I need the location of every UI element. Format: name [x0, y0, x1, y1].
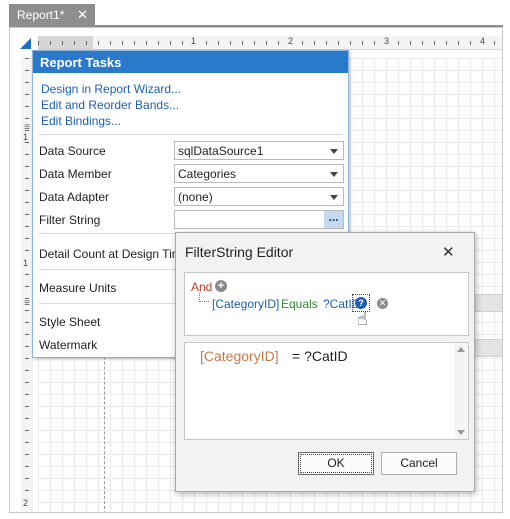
report-selector-icon[interactable] [20, 38, 31, 49]
filter-string-label: Filter String [39, 213, 101, 227]
condition-field[interactable]: [CategoryID] [212, 297, 279, 311]
horizontal-ruler: 1 2 3 4 [38, 36, 502, 50]
ruler-number: 4 [479, 36, 487, 46]
tab-close-icon[interactable]: ✕ [77, 7, 88, 23]
data-adapter-select[interactable]: (none) [174, 187, 344, 206]
ruler-ticks [38, 41, 502, 45]
expression-rest: = ?CatID [292, 348, 348, 364]
chevron-down-icon[interactable] [330, 172, 338, 177]
cancel-button[interactable]: Cancel [381, 452, 457, 475]
edit-reorder-bands-link[interactable]: Edit and Reorder Bands... [41, 98, 179, 112]
remove-condition-icon[interactable]: ✕ [377, 298, 388, 309]
data-adapter-label: Data Adapter [39, 190, 110, 204]
measure-units-label: Measure Units [39, 281, 117, 295]
document-tab-strip: Report1* ✕ [0, 0, 510, 27]
add-condition-icon[interactable]: + [215, 280, 227, 292]
close-icon[interactable]: ✕ [442, 243, 455, 261]
vertical-scrollbar[interactable] [454, 343, 468, 439]
ok-button[interactable]: OK [298, 452, 374, 475]
hand-cursor-icon: ☝ [357, 309, 368, 329]
tab-report1[interactable]: Report1* ✕ [9, 4, 95, 26]
dialog-title: FilterString Editor [185, 244, 294, 260]
filter-string-ellipsis-button[interactable]: ... [324, 211, 343, 228]
group-operator[interactable]: And [191, 280, 212, 294]
style-sheet-label: Style Sheet [39, 315, 101, 329]
data-adapter-value: (none) [178, 190, 213, 204]
filter-tree-view[interactable]: And + [CategoryID] Equals ?CatID ? ✕ ☝ [184, 272, 469, 336]
data-source-select[interactable]: sqlDataSource1 [174, 141, 344, 160]
ruler-number: 2 [287, 36, 295, 46]
design-report-wizard-link[interactable]: Design in Report Wizard... [41, 82, 181, 96]
ruler-number: 1 [22, 258, 30, 268]
chevron-down-icon[interactable] [330, 195, 338, 200]
scroll-up-icon[interactable] [457, 347, 465, 352]
detail-count-label: Detail Count at Design Time [39, 247, 189, 261]
edit-bindings-link[interactable]: Edit Bindings... [41, 114, 121, 128]
ruler-number: 1 [22, 132, 30, 142]
expression-text-area[interactable]: [CategoryID] = ?CatID [184, 342, 469, 440]
data-member-select[interactable]: Categories [174, 164, 344, 183]
filter-string-field[interactable]: ... [174, 210, 344, 229]
data-member-value: Categories [178, 167, 237, 181]
expression-field: [CategoryID] [200, 348, 279, 364]
filter-string-editor-dialog: FilterString Editor ✕ And + [CategoryID]… [175, 232, 475, 492]
data-source-label: Data Source [39, 144, 106, 158]
ruler-number: 1 [190, 36, 198, 46]
separator [39, 134, 343, 135]
report-tasks-title: Report Tasks [33, 51, 348, 73]
watermark-label: Watermark [39, 338, 98, 352]
data-member-label: Data Member [39, 167, 112, 181]
scroll-down-icon[interactable] [457, 430, 465, 435]
ruler-number: 3 [383, 36, 391, 46]
tree-connector [199, 293, 209, 302]
ruler-number: 2 [22, 498, 30, 508]
chevron-down-icon[interactable] [330, 149, 338, 154]
condition-operator[interactable]: Equals [281, 297, 318, 311]
question-icon: ? [355, 297, 367, 309]
tab-title: Report1* [17, 8, 65, 22]
data-source-value: sqlDataSource1 [178, 144, 264, 158]
